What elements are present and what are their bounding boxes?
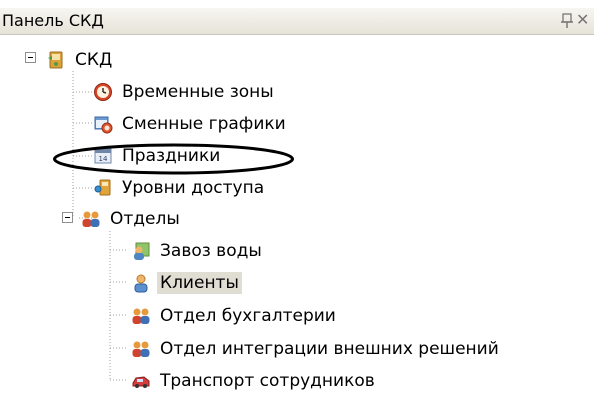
tree-label: Транспорт сотрудников	[160, 371, 375, 391]
skd-icon	[48, 51, 63, 69]
tree-label: Уровни доступа	[122, 178, 265, 198]
close-icon[interactable]: ✕	[576, 11, 589, 29]
highlight-ellipse	[53, 143, 294, 175]
tree-label: Сменные графики	[122, 114, 286, 134]
collapse-toggle-root[interactable]	[25, 52, 36, 63]
key-card-icon	[94, 179, 111, 196]
tree-label-selected: Клиенты	[157, 272, 242, 294]
tree-label: Отдел интеграции внешних решений	[160, 339, 499, 359]
collapse-toggle-departments[interactable]	[62, 212, 73, 223]
pin-icon[interactable]	[560, 12, 574, 30]
tree-label: Временные зоны	[122, 82, 274, 102]
users-group-icon	[132, 308, 150, 324]
clock-icon	[94, 83, 112, 101]
tree-label-skd: СКД	[75, 50, 113, 70]
user-green-icon	[134, 242, 150, 260]
tree-label: Отделы	[110, 209, 180, 229]
top-strip	[0, 0, 594, 8]
panel-title: Панель СКД	[2, 11, 104, 30]
users-group-icon	[82, 211, 100, 227]
tree-label: Завоз воды	[160, 241, 262, 261]
tree-label: Отдел бухгалтерии	[160, 306, 336, 326]
user-icon	[134, 274, 148, 293]
car-icon	[132, 376, 150, 388]
users-group-icon	[132, 341, 150, 357]
panel-titlebar: Панель СКД ✕	[0, 8, 594, 35]
calendar-clock-icon	[94, 116, 113, 134]
skd-tree: СКД Временные зоны Сменные графики 14 Пр…	[0, 35, 594, 396]
